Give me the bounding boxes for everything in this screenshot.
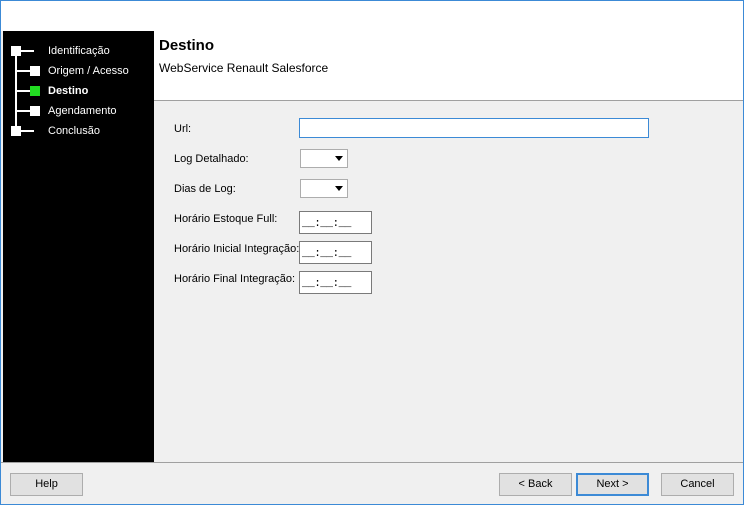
step-marker-destino xyxy=(30,86,40,96)
wizard-window: Identificação Origem / Acesso Destino Ag… xyxy=(0,0,744,505)
log-detalhado-label: Log Detalhado: xyxy=(174,153,249,165)
url-label: Url: xyxy=(174,123,192,135)
step-label-agendamento: Agendamento xyxy=(48,105,117,117)
step-marker-conclusao xyxy=(11,126,21,136)
title-area xyxy=(1,1,743,31)
horario-estoque-label: Horário Estoque Full: xyxy=(174,213,278,225)
step-label-identificacao: Identificação xyxy=(48,45,110,57)
step-marker-origem-acesso xyxy=(30,66,40,76)
page-title: Destino xyxy=(159,37,215,54)
horario-final-label: Horário Final Integração: xyxy=(174,273,296,285)
step-label-conclusao: Conclusão xyxy=(48,125,100,137)
wizard-steps-panel: Identificação Origem / Acesso Destino Ag… xyxy=(3,31,154,462)
next-button[interactable]: Next > xyxy=(576,473,649,496)
footer-divider xyxy=(1,462,743,463)
chevron-down-icon xyxy=(335,156,343,161)
horario-estoque-input[interactable]: __:__:__ xyxy=(299,211,372,234)
horario-final-input[interactable]: __:__:__ xyxy=(299,271,372,294)
page-header: Destino WebService Renault Salesforce xyxy=(154,31,743,101)
chevron-down-icon xyxy=(335,186,343,191)
help-button[interactable]: Help xyxy=(10,473,83,496)
step-marker-identificacao xyxy=(11,46,21,56)
dias-log-select[interactable] xyxy=(300,179,348,198)
step-marker-agendamento xyxy=(30,106,40,116)
back-button[interactable]: < Back xyxy=(499,473,572,496)
step-label-origem-acesso: Origem / Acesso xyxy=(48,65,129,77)
horario-inicial-input[interactable]: __:__:__ xyxy=(299,241,372,264)
dias-log-label: Dias de Log: xyxy=(174,183,236,195)
log-detalhado-select[interactable] xyxy=(300,149,348,168)
cancel-button[interactable]: Cancel xyxy=(661,473,734,496)
step-label-destino: Destino xyxy=(48,85,89,97)
page-subtitle: WebService Renault Salesforce xyxy=(159,61,329,75)
horario-inicial-label: Horário Inicial Integração: xyxy=(174,243,300,255)
url-input[interactable] xyxy=(299,118,649,138)
